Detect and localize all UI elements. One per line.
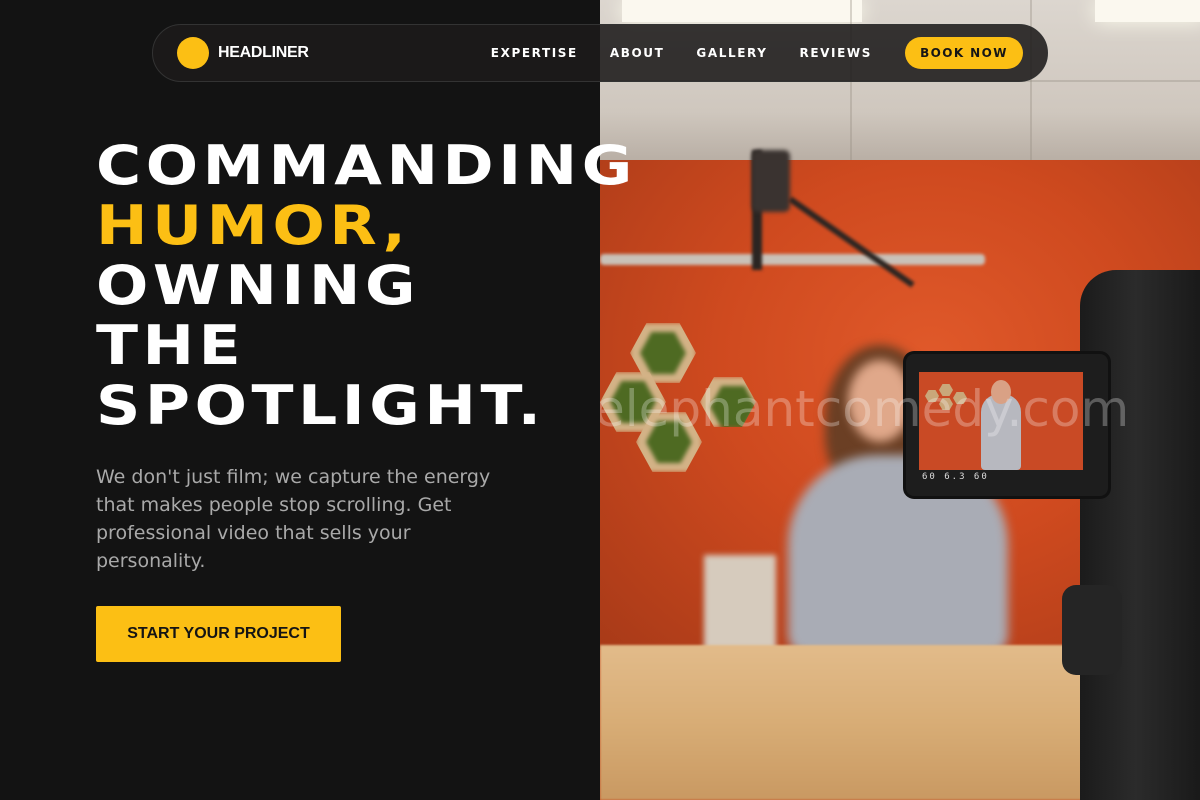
top-nav: HEADLINER EXPERTISE ABOUT GALLERY REVIEW… <box>152 24 1048 82</box>
light-bar <box>600 254 985 265</box>
camera-knob <box>1062 585 1122 675</box>
headline-line: OWNING <box>96 254 421 317</box>
studio-light <box>752 150 790 212</box>
nav-link-expertise[interactable]: EXPERTISE <box>491 46 578 60</box>
brand-logo[interactable]: HEADLINER <box>177 37 309 69</box>
book-now-button[interactable]: BOOK NOW <box>905 37 1023 69</box>
nav-link-gallery[interactable]: GALLERY <box>696 46 767 60</box>
photo-watermark: elephantcomedy.com <box>600 380 1130 438</box>
ceiling-light <box>622 0 862 22</box>
nav-link-reviews[interactable]: REVIEWS <box>800 46 872 60</box>
ceiling-grid <box>1030 0 1032 160</box>
ceiling-light <box>1095 0 1200 22</box>
headline-line: THE <box>96 314 246 377</box>
headline-highlight: HUMOR, <box>96 194 411 257</box>
hero-subtext: We don't just film; we capture the energ… <box>96 466 491 572</box>
logo-circle-icon <box>177 37 209 69</box>
headline-line: COMMANDING <box>96 134 637 197</box>
start-project-button[interactable]: START YOUR PROJECT <box>96 606 341 662</box>
hero-headline: COMMANDING HUMOR, OWNING THE SPOTLIGHT. <box>96 136 637 436</box>
camera-readout: 60 6.3 60 <box>922 472 989 482</box>
brand-name: HEADLINER <box>218 44 309 61</box>
hero-photo: 60 6.3 60 elephantcomedy.com <box>600 0 1200 800</box>
camera-body <box>1080 270 1200 800</box>
nav-link-about[interactable]: ABOUT <box>610 46 665 60</box>
headline-line: SPOTLIGHT. <box>96 374 546 437</box>
nav-links: EXPERTISE ABOUT GALLERY REVIEWS BOOK NOW <box>491 37 1023 69</box>
